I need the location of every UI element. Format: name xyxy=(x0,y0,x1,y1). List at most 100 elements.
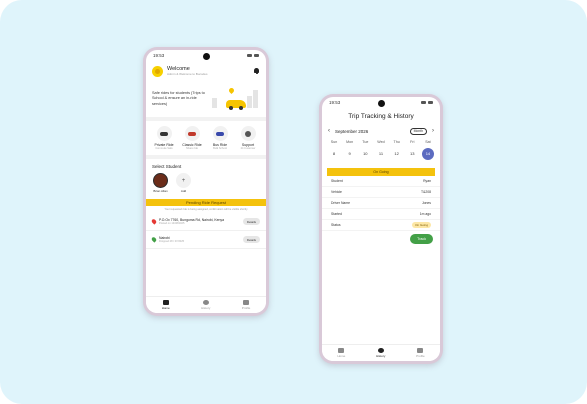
battery-icon xyxy=(428,101,433,104)
student-item[interactable]: Brian Allan xyxy=(153,173,168,193)
detail-key: Driver Name xyxy=(331,201,351,205)
pending-note: Your requested ride is being assigned, c… xyxy=(164,208,248,211)
weekday-label: Fri xyxy=(410,140,415,144)
location-pin-icon xyxy=(150,218,158,225)
detail-row-started: Started 1m ago xyxy=(322,209,440,220)
weekday-label: Wed xyxy=(377,140,385,144)
student-name: Brian Allan xyxy=(153,189,168,193)
home-icon xyxy=(338,348,345,353)
calendar-date[interactable]: 11 xyxy=(375,148,387,160)
detail-value: Ryan xyxy=(423,179,431,183)
trip-screen: 19:53 Trip Tracking & History ‹ Septembe… xyxy=(322,97,440,361)
signal-icon xyxy=(421,101,426,104)
detail-key: Student xyxy=(331,179,343,183)
calendar-date[interactable]: 12 xyxy=(391,148,403,160)
welcome-block: Welcome Admin & Welcome to Bucodes xyxy=(167,66,249,76)
nav-history[interactable]: History xyxy=(376,348,385,358)
detail-row-status: Status On Going xyxy=(322,220,440,231)
background-canvas xyxy=(0,0,587,404)
status-time: 19:53 xyxy=(153,53,165,58)
phone-home: 19:53 Welcome Admin & Welcome to Bucodes… xyxy=(143,47,269,316)
taxi-illustration xyxy=(208,86,260,112)
nav-label: Profile xyxy=(241,306,251,310)
building-shape xyxy=(253,90,258,108)
service-sub: Commute Safe xyxy=(155,147,173,150)
support-icon xyxy=(240,126,256,141)
building-shape xyxy=(247,96,252,108)
add-student-label: Add xyxy=(180,189,187,193)
status-icons xyxy=(421,101,433,104)
nav-label: History xyxy=(376,354,386,358)
calendar-date[interactable]: 13 xyxy=(406,148,418,160)
calendar-date[interactable]: 10 xyxy=(359,148,371,160)
building-shape xyxy=(212,98,217,108)
status-icons xyxy=(247,54,259,57)
nav-profile[interactable]: Profile xyxy=(416,348,425,358)
weekday-label: Tue xyxy=(362,140,369,144)
divider xyxy=(146,117,266,121)
service-classic-ride[interactable]: Classic Ride Share ride xyxy=(180,126,204,150)
ride-item[interactable]: P.O.Ox 7760, Bungoma Rd, Nairobi, Kenya … xyxy=(146,213,266,231)
location-pin-icon xyxy=(150,236,158,243)
nav-label: History xyxy=(201,306,211,310)
detail-value: T&208 xyxy=(421,190,431,194)
ride-item[interactable]: Nairobi Dropped 28 / 07/2025 Details xyxy=(146,231,266,249)
camera-notch xyxy=(377,100,385,107)
divider xyxy=(146,155,266,159)
trip-status-banner: On Going xyxy=(327,168,435,176)
detail-value: Jones xyxy=(421,201,431,205)
bottom-nav: Home History Profile xyxy=(322,344,440,361)
home-icon xyxy=(162,300,169,305)
select-student-title: Select Student xyxy=(152,164,182,169)
ride-info: P.O.Ox 7760, Bungoma Rd, Nairobi, Kenya … xyxy=(159,218,240,225)
home-screen: 19:53 Welcome Admin & Welcome to Bucodes… xyxy=(146,50,266,313)
history-icon xyxy=(377,348,384,353)
phone-trip-tracking: 19:53 Trip Tracking & History ‹ Septembe… xyxy=(319,94,443,364)
calendar-date[interactable]: 8 xyxy=(328,148,340,160)
service-bus-ride[interactable]: Bus Ride Bulk School xyxy=(208,126,232,150)
promo-text: Safe rides for students (Trips to School… xyxy=(152,91,205,106)
camera-notch xyxy=(202,53,210,60)
bell-icon[interactable] xyxy=(253,67,260,75)
chevron-right-icon[interactable]: › xyxy=(432,128,434,134)
chevron-left-icon[interactable]: ‹ xyxy=(328,128,330,134)
history-icon xyxy=(202,300,209,305)
detail-row-student: Student Ryan xyxy=(322,176,440,187)
detail-key: Vehicle xyxy=(331,190,342,194)
nav-profile[interactable]: Profile xyxy=(241,300,251,310)
bottom-nav: Home History Profile xyxy=(146,296,266,313)
status-time: 19:53 xyxy=(329,100,341,105)
service-support[interactable]: Support 24 Customer xyxy=(236,126,260,150)
van-icon xyxy=(184,126,200,141)
service-sub: Share ride xyxy=(186,147,198,150)
location-pin-icon xyxy=(227,86,236,95)
nav-home[interactable]: Home xyxy=(337,348,345,358)
avatar[interactable] xyxy=(152,65,163,77)
service-private-ride[interactable]: Private Ride Commute Safe xyxy=(152,126,176,150)
nav-home[interactable]: Home xyxy=(162,300,170,310)
nav-label: Profile xyxy=(416,354,425,358)
nav-history[interactable]: History xyxy=(201,300,210,310)
calendar-date[interactable]: 9 xyxy=(344,148,356,160)
service-sub: Bulk School xyxy=(213,147,227,150)
bus-icon xyxy=(212,126,228,141)
ride-details-button[interactable]: Details xyxy=(242,236,260,243)
weekday-label: Thu xyxy=(393,140,400,144)
add-student-button[interactable]: + Add xyxy=(176,173,191,193)
calendar-date-selected[interactable]: 14 xyxy=(421,148,434,160)
track-button[interactable]: Track xyxy=(410,234,433,244)
detail-key: Started xyxy=(331,212,342,216)
pending-ride-banner: Pending Ride Request xyxy=(146,199,266,206)
promo-card: Safe rides for students (Trips to School… xyxy=(152,85,260,113)
profile-icon xyxy=(243,300,250,305)
track-button-row: Track xyxy=(322,231,440,247)
home-header: Welcome Admin & Welcome to Bucodes xyxy=(146,61,266,81)
student-list: Brian Allan + Add xyxy=(146,171,266,195)
weekday-label: Sat xyxy=(425,140,431,144)
ride-details-button[interactable]: Details xyxy=(242,218,260,225)
calendar-weekdays: Sun Mon Tue Wed Thu Fri Sat xyxy=(322,136,440,148)
nav-label: Home xyxy=(161,306,170,310)
ride-info: Nairobi Dropped 28 / 07/2025 xyxy=(159,236,240,243)
calendar-month: September 2026 xyxy=(335,128,369,134)
calendar-view-toggle[interactable]: Month xyxy=(409,127,427,135)
